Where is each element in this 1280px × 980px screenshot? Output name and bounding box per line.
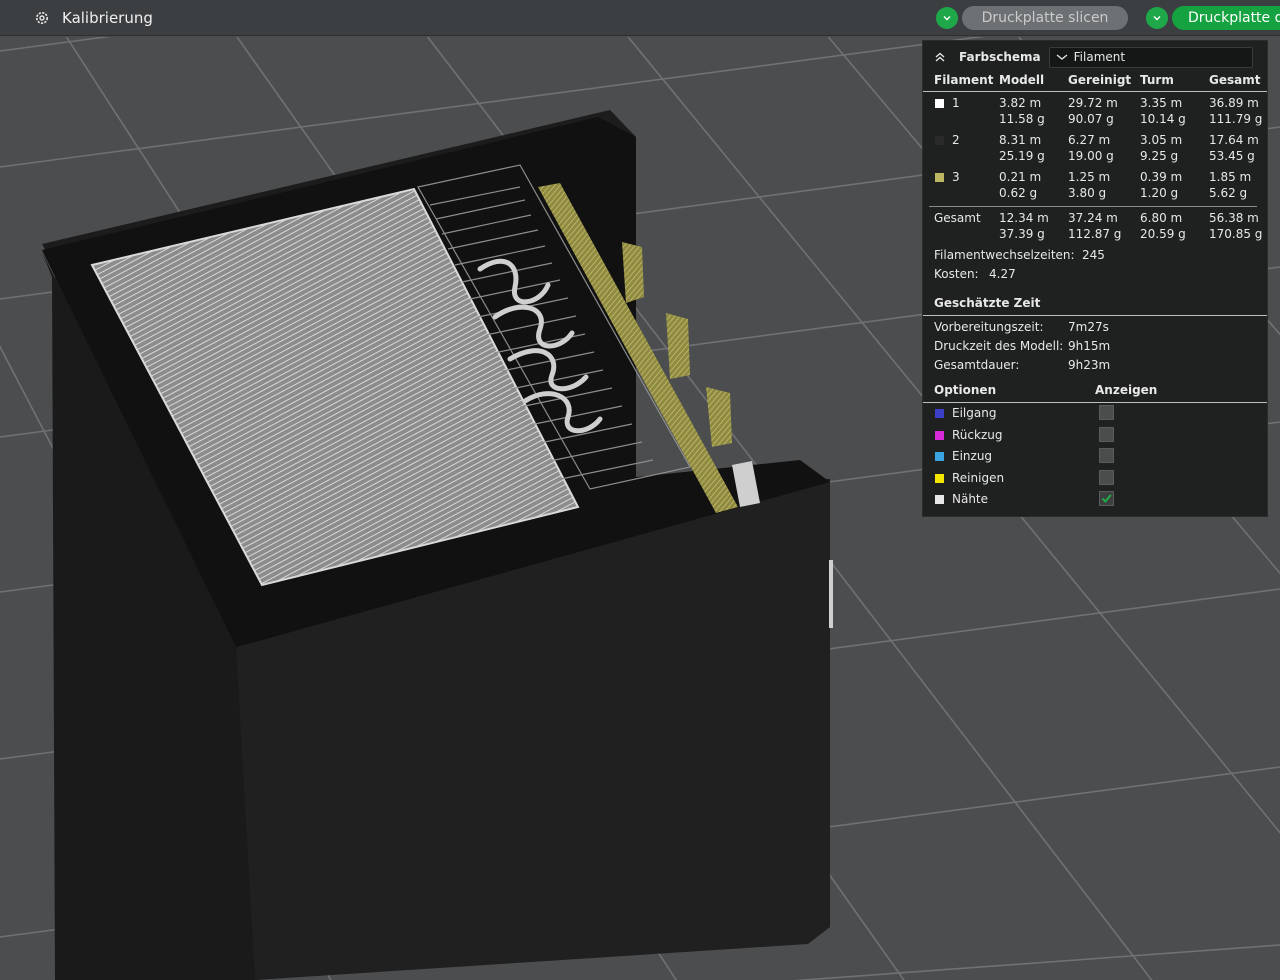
slice-plate-group: Druckplatte slicen <box>936 6 1128 30</box>
divider <box>923 91 1267 92</box>
print-plate-button[interactable]: Druckplatte d <box>1172 6 1280 30</box>
model-time-label: Druckzeit des Modell: <box>934 339 1064 353</box>
gereinigt-weight: 3.80 g <box>1068 186 1107 200</box>
gesamt-length: 17.64 m <box>1209 133 1259 147</box>
turm-weight: 1.20 g <box>1140 186 1179 200</box>
filament-changes-label: Filamentwechselzeiten: <box>934 248 1075 262</box>
chevron-down-icon <box>1056 54 1068 60</box>
option-rueckzug-label: Rückzug <box>952 428 1003 442</box>
prep-time-label: Vorbereitungszeit: <box>934 320 1044 334</box>
color-scheme-value: Filament <box>1073 50 1126 64</box>
total-time-label: Gesamtdauer: <box>934 358 1020 372</box>
calibration-menu[interactable]: Kalibrierung <box>34 9 153 27</box>
prep-time-value: 7m27s <box>1068 320 1109 334</box>
total-modell-length: 12.34 m <box>999 211 1049 225</box>
total-turm-weight: 20.59 g <box>1140 227 1186 241</box>
chevron-down-icon <box>1153 16 1161 21</box>
col-header-modell: Modell <box>999 73 1045 87</box>
color-scheme-select[interactable]: Filament <box>1048 46 1253 68</box>
total-label: Gesamt <box>934 211 981 225</box>
option-naehte-label: Nähte <box>952 492 989 506</box>
gereinigt-length: 1.25 m <box>1068 170 1111 184</box>
divider <box>923 315 1267 316</box>
einzug-swatch <box>935 452 944 461</box>
col-header-gereinigt: Gereinigt <box>1068 73 1132 87</box>
option-naehte-checkbox[interactable] <box>1099 491 1114 506</box>
modell-weight: 0.62 g <box>999 186 1038 200</box>
total-turm-length: 6.80 m <box>1140 211 1183 225</box>
slice-options-dropdown[interactable] <box>936 7 958 29</box>
color-scheme-title: Farbschema <box>959 50 1041 64</box>
model-cube <box>42 110 833 980</box>
color-scheme-row: Farbschema Filament <box>931 45 1259 69</box>
gereinigt-length: 6.27 m <box>1068 133 1111 147</box>
gear-icon <box>34 10 50 26</box>
divider <box>929 206 1257 207</box>
turm-length: 3.35 m <box>1140 96 1183 110</box>
col-header-gesamt: Gesamt <box>1209 73 1261 87</box>
rueckzug-swatch <box>935 431 944 440</box>
option-rueckzug-checkbox[interactable] <box>1099 427 1114 442</box>
checkmark-icon <box>1101 494 1112 503</box>
col-header-filament: Filament <box>934 73 994 87</box>
total-modell-weight: 37.39 g <box>999 227 1045 241</box>
filament-1-swatch <box>935 99 944 108</box>
calibration-label: Kalibrierung <box>62 8 153 27</box>
filament-id: 3 <box>952 170 960 184</box>
option-eilgang-checkbox[interactable] <box>1099 405 1114 420</box>
eilgang-swatch <box>935 409 944 418</box>
options-title: Optionen <box>934 383 997 397</box>
gereinigt-length: 29.72 m <box>1068 96 1118 110</box>
total-gesamt-length: 56.38 m <box>1209 211 1259 225</box>
modell-length: 3.82 m <box>999 96 1042 110</box>
turm-weight: 10.14 g <box>1140 112 1186 126</box>
col-header-turm: Turm <box>1140 73 1174 87</box>
option-einzug-label: Einzug <box>952 449 993 463</box>
reinigen-swatch <box>935 474 944 483</box>
top-toolbar: Kalibrierung Druckplatte slicen Druckpla… <box>0 0 1280 36</box>
cost-label: Kosten: <box>934 267 979 281</box>
total-gereinigt-weight: 112.87 g <box>1068 227 1122 241</box>
chevron-down-icon <box>943 16 951 21</box>
gereinigt-weight: 19.00 g <box>1068 149 1114 163</box>
filament-3-swatch <box>935 173 944 182</box>
estimated-time-title: Geschätzte Zeit <box>934 296 1041 310</box>
naehte-swatch <box>935 495 944 504</box>
gesamt-weight: 111.79 g <box>1209 112 1263 126</box>
option-reinigen-label: Reinigen <box>952 471 1005 485</box>
gesamt-weight: 53.45 g <box>1209 149 1255 163</box>
filament-id: 2 <box>952 133 960 147</box>
slice-plate-button[interactable]: Druckplatte slicen <box>962 6 1128 30</box>
turm-length: 0.39 m <box>1140 170 1183 184</box>
option-eilgang-label: Eilgang <box>952 406 997 420</box>
modell-length: 8.31 m <box>999 133 1042 147</box>
modell-weight: 11.58 g <box>999 112 1045 126</box>
gesamt-length: 36.89 m <box>1209 96 1259 110</box>
total-gereinigt-length: 37.24 m <box>1068 211 1118 225</box>
cost-value: 4.27 <box>989 267 1016 281</box>
total-time-value: 9h23m <box>1068 358 1111 372</box>
gereinigt-weight: 90.07 g <box>1068 112 1114 126</box>
filament-2-swatch <box>935 136 944 145</box>
modell-length: 0.21 m <box>999 170 1042 184</box>
collapse-legend-button[interactable] <box>931 48 949 66</box>
turm-weight: 9.25 g <box>1140 149 1179 163</box>
divider <box>923 402 1267 403</box>
option-reinigen-checkbox[interactable] <box>1099 470 1114 485</box>
modell-weight: 25.19 g <box>999 149 1045 163</box>
turm-length: 3.05 m <box>1140 133 1183 147</box>
print-plate-group: Druckplatte d <box>1146 6 1280 30</box>
show-title: Anzeigen <box>1095 383 1158 397</box>
filament-changes-value: 245 <box>1082 248 1105 262</box>
print-options-dropdown[interactable] <box>1146 7 1168 29</box>
gesamt-length: 1.85 m <box>1209 170 1252 184</box>
gesamt-weight: 5.62 g <box>1209 186 1248 200</box>
option-einzug-checkbox[interactable] <box>1099 448 1114 463</box>
model-time-value: 9h15m <box>1068 339 1111 353</box>
gcode-legend-panel: Farbschema Filament Filament Modell Gere… <box>922 40 1268 517</box>
filament-id: 1 <box>952 96 960 110</box>
total-gesamt-weight: 170.85 g <box>1209 227 1263 241</box>
double-chevron-up-icon <box>935 52 945 62</box>
